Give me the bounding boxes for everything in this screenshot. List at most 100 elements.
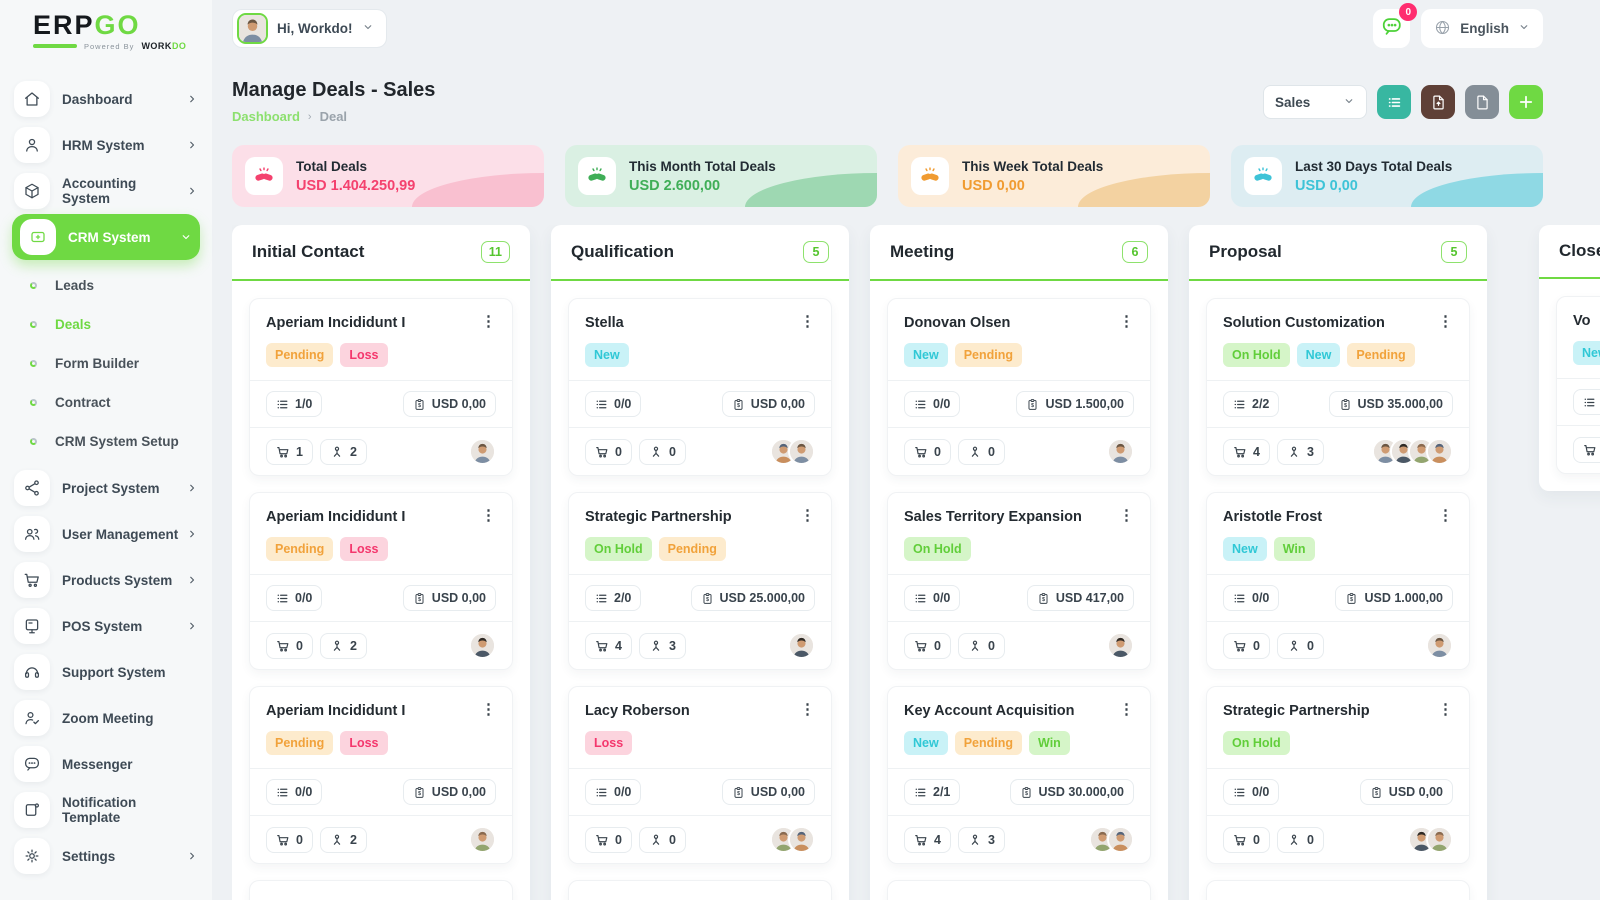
price-pill: $USD 0,00 <box>722 779 815 805</box>
tasks-icon <box>276 592 289 605</box>
avatar[interactable] <box>469 632 496 659</box>
handshake-icon <box>1244 157 1282 195</box>
tasks-icon <box>1233 786 1246 799</box>
deal-card[interactable]: Vo⋮New0/0$USD 0,0000 <box>1556 296 1600 474</box>
breadcrumb-dashboard-link[interactable]: Dashboard <box>232 109 300 124</box>
cart-icon <box>1233 445 1247 459</box>
card-menu-button[interactable]: ⋮ <box>800 313 815 331</box>
tag-new: New <box>1297 343 1341 367</box>
avatar[interactable] <box>469 438 496 465</box>
sidebar-item-support-system[interactable]: Support System <box>0 649 212 695</box>
pipeline-select[interactable]: Sales <box>1263 85 1367 119</box>
svg-text:$: $ <box>418 791 421 797</box>
card-menu-button[interactable]: ⋮ <box>1119 313 1134 331</box>
deal-card[interactable]: Aperiam Incididunt I⋮PendingLoss0/0$USD … <box>249 492 513 670</box>
deal-card[interactable]: Aperiam Incididunt I⋮PendingLoss0/0$USD … <box>249 686 513 864</box>
avatar[interactable] <box>788 632 815 659</box>
sidebar-item-crm-system[interactable]: CRM System <box>12 214 200 260</box>
chevron-right-icon <box>186 139 198 151</box>
card-menu-button[interactable]: ⋮ <box>1119 701 1134 719</box>
sidebar-item-settings[interactable]: Settings <box>0 833 212 879</box>
language-selector[interactable]: English <box>1421 9 1543 48</box>
card-menu-button[interactable]: ⋮ <box>1438 701 1453 719</box>
cart-icon <box>595 445 609 459</box>
deal-title: Aperiam Incididunt I <box>266 313 405 334</box>
app-logo[interactable]: ERPGO Powered By WORKDO <box>33 11 186 51</box>
avatar[interactable] <box>1107 826 1134 853</box>
deal-card[interactable] <box>568 880 832 900</box>
products-pill: 0 <box>266 827 313 853</box>
sidebar-item-pos-system[interactable]: POS System <box>0 603 212 649</box>
sidebar-item-notification-template[interactable]: Notification Template <box>0 787 212 833</box>
deal-title: Key Account Acquisition <box>904 701 1075 722</box>
chevron-right-icon <box>186 93 198 105</box>
cart-icon <box>276 833 290 847</box>
sidebar-subitem-contract[interactable]: Contract <box>0 383 212 422</box>
avatar[interactable] <box>788 438 815 465</box>
deal-card[interactable]: Sales Territory Expansion⋮On Hold0/0$USD… <box>887 492 1151 670</box>
card-menu-button[interactable]: ⋮ <box>1438 313 1453 331</box>
avatar[interactable] <box>1426 438 1453 465</box>
card-menu-button[interactable]: ⋮ <box>481 701 496 719</box>
user-menu-button[interactable]: Hi, Workdo! <box>232 9 387 48</box>
card-menu-button[interactable]: ⋮ <box>481 507 496 525</box>
document-button[interactable] <box>1465 85 1499 119</box>
tag-pending: Pending <box>955 731 1022 755</box>
sidebar-item-messenger[interactable]: Messenger <box>0 741 212 787</box>
card-menu-button[interactable]: ⋮ <box>1119 507 1134 525</box>
deal-card[interactable]: Strategic Partnership⋮On Hold0/0$USD 0,0… <box>1206 686 1470 864</box>
deal-card[interactable]: Stella⋮New0/0$USD 0,0000 <box>568 298 832 476</box>
deal-card[interactable]: Key Account Acquisition⋮NewPendingWin2/1… <box>887 686 1151 864</box>
card-menu-button[interactable]: ⋮ <box>800 701 815 719</box>
avatar[interactable] <box>1426 632 1453 659</box>
userCheck-icon <box>14 700 50 736</box>
deal-card[interactable] <box>249 880 513 900</box>
sidebar-subitem-crm-system-setup[interactable]: CRM System Setup <box>0 422 212 461</box>
money-icon: $ <box>732 786 745 799</box>
products-pill: 0 <box>1223 827 1270 853</box>
column-count-badge: 5 <box>803 241 829 263</box>
card-menu-button[interactable]: ⋮ <box>1438 507 1453 525</box>
users-pill: 0 <box>958 439 1005 465</box>
add-deal-button[interactable] <box>1509 85 1543 119</box>
deal-card[interactable]: Donovan Olsen⋮NewPending0/0$USD 1.500,00… <box>887 298 1151 476</box>
handshake-icon <box>245 157 283 195</box>
sidebar-item-zoom-meeting[interactable]: Zoom Meeting <box>0 695 212 741</box>
sidebar-item-products-system[interactable]: Products System <box>0 557 212 603</box>
sidebar-subitem-leads[interactable]: Leads <box>0 266 212 305</box>
deal-card[interactable]: Strategic Partnership⋮On HoldPending2/0$… <box>568 492 832 670</box>
messages-button[interactable]: 0 <box>1373 9 1410 48</box>
deal-card[interactable] <box>887 880 1151 900</box>
avatar[interactable] <box>469 826 496 853</box>
sidebar-subitem-deals[interactable]: Deals <box>0 305 212 344</box>
avatar[interactable] <box>1107 438 1134 465</box>
deal-card[interactable]: Aristotle Frost⋮NewWin0/0$USD 1.000,0000 <box>1206 492 1470 670</box>
svg-text:$: $ <box>737 791 740 797</box>
avatar[interactable] <box>1107 632 1134 659</box>
list-view-button[interactable] <box>1377 85 1411 119</box>
deal-card[interactable]: Aperiam Incididunt I⋮PendingLoss1/0$USD … <box>249 298 513 476</box>
deal-card[interactable]: Solution Customization⋮On HoldNewPending… <box>1206 298 1470 476</box>
tasks-pill: 2/2 <box>1223 391 1279 417</box>
deal-card[interactable]: Lacy Roberson⋮Loss0/0$USD 0,0000 <box>568 686 832 864</box>
sidebar-item-user-management[interactable]: User Management <box>0 511 212 557</box>
sidebar-item-project-system[interactable]: Project System <box>0 465 212 511</box>
tasks-icon <box>276 398 289 411</box>
sidebar-item-hrm-system[interactable]: HRM System <box>0 122 212 168</box>
price-pill: $USD 0,00 <box>722 391 815 417</box>
svg-text:$: $ <box>418 403 421 409</box>
sidebar-item-accounting-system[interactable]: Accounting System <box>0 168 212 214</box>
card-menu-button[interactable]: ⋮ <box>481 313 496 331</box>
export-button[interactable] <box>1421 85 1455 119</box>
user-icon <box>330 639 344 653</box>
avatar[interactable] <box>788 826 815 853</box>
sidebar-item-dashboard[interactable]: Dashboard <box>0 76 212 122</box>
sidebar-subitem-form-builder[interactable]: Form Builder <box>0 344 212 383</box>
cart-icon <box>1583 443 1597 457</box>
price-pill: $USD 25.000,00 <box>691 585 815 611</box>
card-menu-button[interactable]: ⋮ <box>800 507 815 525</box>
deal-card[interactable] <box>1206 880 1470 900</box>
users-pill: 0 <box>639 439 686 465</box>
money-icon: $ <box>413 592 426 605</box>
avatar[interactable] <box>1426 826 1453 853</box>
